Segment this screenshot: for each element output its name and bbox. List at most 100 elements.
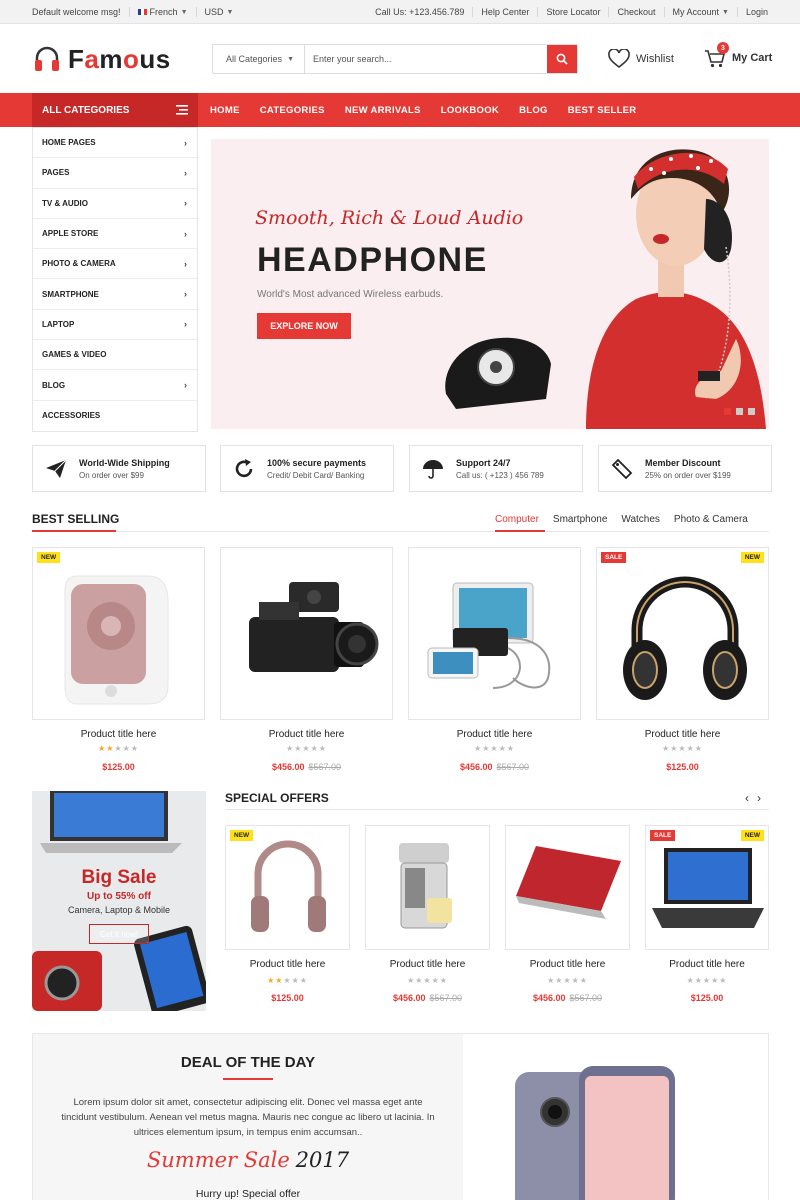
price-current: $125.00 bbox=[102, 762, 135, 772]
powerbank-image bbox=[427, 582, 551, 689]
get-it-now-button[interactable]: Get it now! bbox=[89, 924, 149, 944]
help-center-link[interactable]: Help Center bbox=[473, 7, 539, 17]
price-old: $567.00 bbox=[429, 993, 463, 1003]
search-input[interactable] bbox=[305, 45, 547, 73]
section-divider bbox=[32, 531, 769, 532]
sidebar-item-accessories[interactable]: ACCESSORIES bbox=[33, 401, 197, 431]
sidebar-item-tv-audio[interactable]: TV & AUDIO › bbox=[33, 189, 197, 219]
deal-description: Lorem ipsum dolor sit amet, consectetur … bbox=[61, 1097, 435, 1138]
product-title[interactable]: Product title here bbox=[645, 959, 769, 970]
product-card[interactable]: NEW bbox=[32, 547, 205, 720]
product-card[interactable]: SALE NEW bbox=[645, 825, 769, 950]
my-account-label: My Account bbox=[672, 7, 720, 17]
hero-subtitle: World's Most advanced Wireless earbuds. bbox=[257, 289, 444, 300]
deal-content: DEAL OF THE DAY Lorem ipsum dolor sit am… bbox=[33, 1034, 463, 1200]
sidebar-item-pages[interactable]: PAGES › bbox=[33, 158, 197, 189]
all-categories-toggle[interactable]: ALL CATEGORIES bbox=[32, 93, 198, 127]
product-title[interactable]: Product title here bbox=[408, 729, 581, 740]
currency-selector[interactable]: USD ▼ bbox=[197, 7, 242, 17]
feature-subtitle: Credit/ Debit Card/ Banking bbox=[267, 470, 365, 480]
price-old: $567.00 bbox=[496, 762, 530, 772]
product-price: $125.00 bbox=[32, 762, 205, 772]
chevron-right-icon: › bbox=[184, 228, 187, 239]
cart-link[interactable]: 3 My Cart bbox=[704, 42, 773, 72]
product-title[interactable]: Product title here bbox=[505, 959, 630, 970]
store-locator-link[interactable]: Store Locator bbox=[538, 7, 610, 17]
rating-stars: ★★★★★ bbox=[286, 744, 327, 753]
product-card[interactable] bbox=[365, 825, 490, 950]
sidebar-item-smartphone[interactable]: SMARTPHONE › bbox=[33, 279, 197, 310]
wishlist-link[interactable]: Wishlist bbox=[608, 46, 674, 72]
hero-banner: Smooth, Rich & Loud Audio HEADPHONE Worl… bbox=[211, 139, 769, 429]
product-card[interactable] bbox=[408, 547, 581, 720]
sidebar-item-laptop[interactable]: LAPTOP › bbox=[33, 310, 197, 341]
nav-categories[interactable]: CATEGORIES bbox=[250, 105, 335, 116]
chevron-right-icon: › bbox=[184, 167, 187, 178]
slide-dot-active[interactable] bbox=[724, 408, 731, 415]
chevron-right-icon: › bbox=[184, 258, 187, 269]
sidebar-item-blog[interactable]: BLOG › bbox=[33, 370, 197, 401]
feature-title: 100% secure payments bbox=[267, 457, 367, 468]
sidebar-item-label: PHOTO & CAMERA bbox=[42, 259, 116, 269]
explore-now-button[interactable]: EXPLORE NOW bbox=[257, 313, 351, 339]
product-card[interactable] bbox=[220, 547, 393, 720]
chevron-left-icon[interactable]: ‹ bbox=[745, 791, 749, 805]
chevron-down-icon: ▼ bbox=[180, 8, 188, 16]
sidebar-item-games-video[interactable]: GAMES & VIDEO bbox=[33, 340, 197, 371]
product-card[interactable]: SALE NEW bbox=[596, 547, 769, 720]
rating-stars: ★★★★★ bbox=[686, 976, 728, 985]
nav-blog[interactable]: BLOG bbox=[509, 105, 558, 116]
tab-computer[interactable]: Computer bbox=[495, 514, 539, 525]
nav-home[interactable]: HOME bbox=[200, 105, 250, 116]
product-price: $456.00 $567.00 bbox=[408, 762, 581, 772]
my-account-link[interactable]: My Account ▼ bbox=[665, 7, 738, 17]
site-logo[interactable]: Famous bbox=[32, 42, 171, 76]
sidebar-item-photo-camera[interactable]: PHOTO & CAMERA › bbox=[33, 249, 197, 280]
product-title[interactable]: Product title here bbox=[365, 959, 490, 970]
slide-dot[interactable] bbox=[736, 408, 743, 415]
pink-headphones-image bbox=[251, 840, 326, 932]
big-sale-banner[interactable]: Big Sale Up to 55% off Camera, Laptop & … bbox=[32, 791, 206, 1011]
product-title[interactable]: Product title here bbox=[596, 729, 769, 740]
hero-model-image bbox=[445, 149, 766, 429]
product-card[interactable]: NEW bbox=[225, 825, 350, 950]
speaker-image bbox=[64, 575, 169, 705]
feature-subtitle: 25% on order over $199 bbox=[645, 470, 731, 480]
price-current: $456.00 bbox=[271, 762, 305, 772]
price-current: $125.00 bbox=[690, 993, 724, 1003]
carousel-arrows: ‹ › bbox=[745, 791, 761, 805]
product-card[interactable] bbox=[505, 825, 630, 950]
sidebar-item-home-pages[interactable]: HOME PAGES › bbox=[33, 128, 197, 159]
product-title[interactable]: Product title here bbox=[32, 729, 205, 740]
tab-watches[interactable]: Watches bbox=[621, 514, 660, 525]
search-category-select[interactable]: All Categories ▼ bbox=[213, 45, 305, 73]
top-bar-right: Call Us: +123.456.789 Help Center Store … bbox=[367, 0, 768, 24]
red-laptop-image bbox=[516, 846, 621, 919]
summer-sale-heading: Summer Sale 2017 bbox=[33, 1148, 463, 1173]
wishlist-label: Wishlist bbox=[636, 53, 674, 65]
chevron-right-icon: › bbox=[184, 198, 187, 209]
product-title[interactable]: Product title here bbox=[225, 959, 350, 970]
deal-underline bbox=[223, 1078, 273, 1080]
hero-pagination bbox=[724, 408, 755, 415]
search-button[interactable] bbox=[547, 45, 577, 73]
nav-new-arrivals[interactable]: NEW ARRIVALS bbox=[335, 105, 431, 116]
price-old: $567.00 bbox=[308, 762, 342, 772]
slide-dot[interactable] bbox=[748, 408, 755, 415]
login-link[interactable]: Login bbox=[738, 7, 768, 17]
top-bar: Default welcome msg! French ▼ USD ▼ Call… bbox=[0, 0, 800, 24]
deal-of-the-day: DEAL OF THE DAY Lorem ipsum dolor sit am… bbox=[32, 1033, 769, 1200]
sidebar-item-apple-store[interactable]: APPLE STORE › bbox=[33, 219, 197, 250]
nav-best-seller[interactable]: BEST SELLER bbox=[558, 105, 647, 116]
language-selector[interactable]: French ▼ bbox=[130, 7, 197, 17]
product-title[interactable]: Product title here bbox=[220, 729, 393, 740]
headphones-image bbox=[623, 576, 747, 700]
nav-lookbook[interactable]: LOOKBOOK bbox=[431, 105, 509, 116]
refresh-icon bbox=[221, 458, 267, 480]
chevron-right-icon[interactable]: › bbox=[757, 791, 761, 805]
tab-photo-camera[interactable]: Photo & Camera bbox=[674, 514, 748, 525]
cart-label: My Cart bbox=[732, 52, 773, 64]
checkout-link[interactable]: Checkout bbox=[609, 7, 665, 17]
search-category-label: All Categories bbox=[226, 54, 283, 64]
tab-smartphone[interactable]: Smartphone bbox=[553, 514, 607, 525]
